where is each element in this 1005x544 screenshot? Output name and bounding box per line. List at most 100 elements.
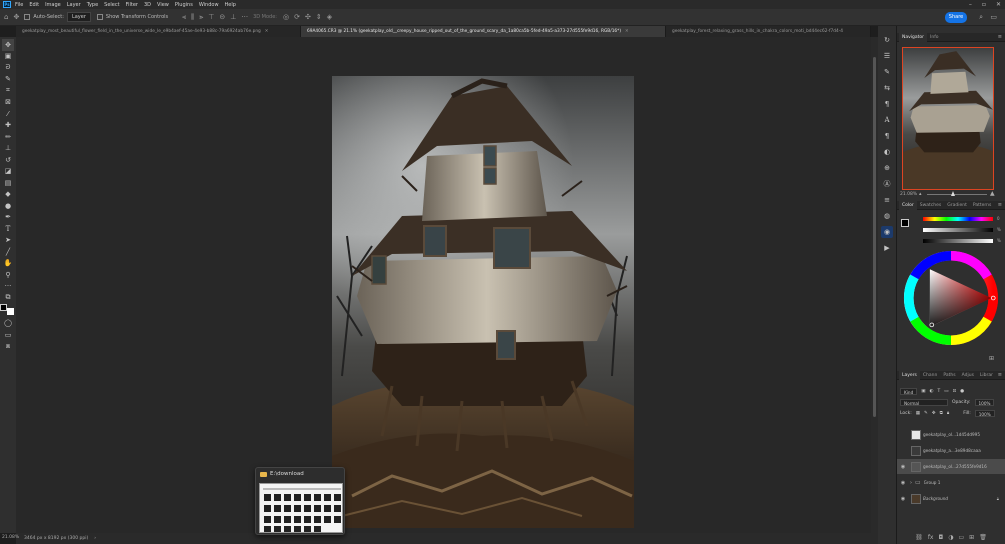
eye-icon[interactable]: ◉ [899,480,907,486]
tab-forest-relaxing[interactable]: geekatplay_forest_relaxing_grass_hills_i… [666,26,871,37]
layer-row[interactable]: geekatplay_ol...1d45dd995 [897,427,1005,442]
close-tab-icon[interactable]: ✕ [625,29,629,34]
tab-creepy-house[interactable]: 69A4065.CR3 @ 21.1% (geekatplay_old__cre… [301,26,666,37]
align-middle-icon[interactable]: ⊝ [219,13,225,21]
align-top-icon[interactable]: ⊤ [208,13,214,21]
menu-window[interactable]: Window [199,2,219,8]
menu-image[interactable]: Image [45,2,61,8]
shapes-icon[interactable]: ◍ [881,210,893,222]
gradient-tool-icon[interactable]: ▤ [2,177,14,189]
menu-edit[interactable]: Edit [29,2,39,8]
status-chevron-icon[interactable]: › [94,536,96,541]
blur-tool-icon[interactable]: ◆ [2,189,14,201]
tab-patterns[interactable]: Patterns [970,201,995,210]
layer-name[interactable]: Background [923,496,997,501]
navigator-preview[interactable] [902,47,994,190]
edit-toolbar-icon[interactable]: ⧈ [2,341,14,353]
home-icon[interactable]: ⌂ [4,13,8,21]
foreground-swatch[interactable] [901,219,909,227]
filter-toggle-icon[interactable]: ● [960,389,964,394]
tab-gradient[interactable]: Gradient [944,201,970,210]
share-button[interactable]: Share [945,12,967,23]
layer-name[interactable]: Group 1 [924,480,1005,485]
transform-controls-checkbox[interactable] [96,14,103,20]
quick-mask-icon[interactable]: ◯ [2,318,14,330]
paragraph-icon[interactable]: ¶ [881,98,893,110]
panel-menu-icon[interactable]: ≡ [998,202,1002,208]
history-icon[interactable]: ↻ [881,34,893,46]
character-icon[interactable]: A [881,114,893,126]
menu-help[interactable]: Help [225,2,236,8]
new-layer-icon[interactable]: ⊞ [969,534,974,541]
color-wheel[interactable] [903,250,999,346]
filter-type-icon[interactable]: T [937,389,940,394]
auto-select-checkbox[interactable] [24,14,31,20]
auto-select-option[interactable]: Auto-Select: Layer [24,12,91,22]
tab-paths[interactable]: Paths [940,371,958,380]
move-tool-icon[interactable]: ✥ [13,13,19,21]
close-icon[interactable]: ✕ [996,1,1001,8]
add-mask-icon[interactable]: ◘ [938,534,943,541]
menu-filter[interactable]: Filter [126,2,138,8]
tab-navigator[interactable]: Navigator [899,32,928,42]
more-options-icon[interactable]: ··· [241,13,248,21]
folder-preview-popup[interactable]: E:\download [255,467,345,535]
eyedropper-tool-icon[interactable]: ⁄ [2,108,14,120]
brush-settings-icon[interactable]: ✎ [881,66,893,78]
properties-icon[interactable]: ☰ [881,50,893,62]
lock-position-icon[interactable]: ✥ [932,411,936,416]
orbit-3d-icon[interactable]: ◎ [283,13,289,21]
healing-brush-icon[interactable]: ✚ [2,120,14,132]
scale-3d-icon[interactable]: ◈ [327,13,332,21]
actions-play-icon[interactable]: ▶ [881,242,893,254]
brightness-slider[interactable]: % [923,238,1001,243]
eye-icon[interactable]: ◉ [899,464,907,470]
frame-tool-icon[interactable]: ⊠ [2,97,14,109]
filter-adjustment-icon[interactable]: ◐ [930,389,934,394]
saturation-slider[interactable]: % [923,227,1001,232]
filter-smart-icon[interactable]: ⊡ [952,389,956,394]
menu-type[interactable]: Type [87,2,98,8]
tab-color[interactable]: Color [899,200,917,210]
adjustment-layer-icon[interactable]: ◑ [948,534,953,541]
adjustments-icon[interactable]: ⇆ [881,82,893,94]
menu-3d[interactable]: 3D [144,2,151,8]
styles-icon[interactable]: ◐ [881,146,893,158]
slide-3d-icon[interactable]: ⇕ [316,13,322,21]
lock-transparency-icon[interactable]: ▦ [916,411,920,416]
layer-name[interactable]: geekatplay_ol...27d555fe9d16 [923,464,1005,469]
clone-stamp-icon[interactable]: ⊥ [2,143,14,155]
artboard-tool-icon[interactable]: ▣ [2,51,14,63]
zoom-level[interactable]: 21.08% [2,535,19,540]
menu-file[interactable]: File [15,2,23,8]
type-panel-icon[interactable]: Ⓐ [881,178,893,190]
tab-libraries[interactable]: Librar [977,371,996,380]
tab-channels[interactable]: Chann [920,371,940,380]
pen-tool-icon[interactable]: ✒ [2,212,14,224]
zoom-out-icon[interactable]: ▴ [919,191,922,197]
tab-adjustments[interactable]: Adjus [959,371,977,380]
glyphs-icon[interactable]: ¶ [881,130,893,142]
crop-tool-icon[interactable]: ⌗ [2,85,14,97]
clone-source-icon[interactable]: ⊕ [881,162,893,174]
lasso-tool-icon[interactable]: ᘐ [2,62,14,74]
menu-layer[interactable]: Layer [67,2,81,8]
new-group-icon[interactable]: ▭ [958,534,964,541]
tab-swatches[interactable]: Swatches [917,201,945,210]
eye-icon[interactable]: ◉ [899,496,907,502]
panel-menu-icon[interactable]: ≡ [998,372,1002,378]
align-left-icon[interactable]: ⫷ [182,13,186,22]
hand-tool-icon[interactable]: ✋ [2,258,14,270]
lock-artboard-icon[interactable]: ⧉ [940,410,943,416]
roll-3d-icon[interactable]: ⟳ [294,13,300,21]
navigator-zoom-slider[interactable] [927,194,987,195]
layer-name[interactable]: geekatplay_ol...1d45dd995 [923,432,1005,437]
drag-3d-icon[interactable]: ✣ [305,13,311,21]
menu-select[interactable]: Select [104,2,119,8]
line-tool-icon[interactable]: ╱ [2,246,14,258]
history-brush-icon[interactable]: ↺ [2,154,14,166]
align-bottom-icon[interactable]: ⊥ [230,13,236,21]
filter-pixel-icon[interactable]: ▣ [921,389,925,394]
fill-input[interactable]: 100% [974,409,995,417]
canvas-area[interactable] [16,37,871,533]
